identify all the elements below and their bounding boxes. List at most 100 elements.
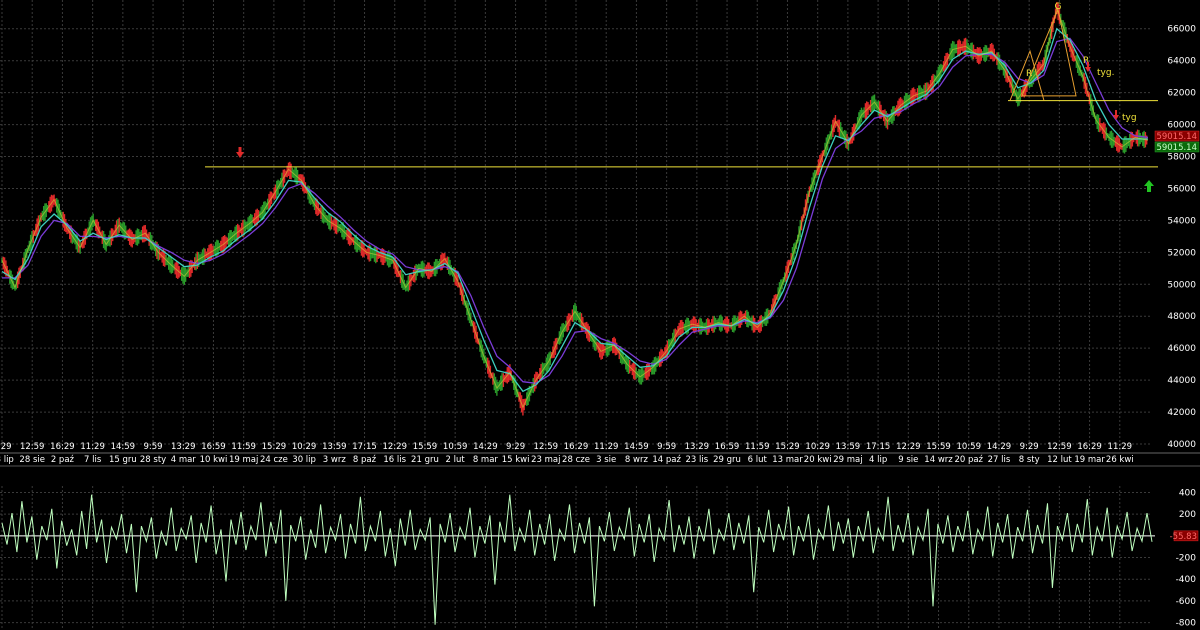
last-price-label-lower: 59015.14 [1156, 143, 1197, 153]
x-tick-time: 14:59 [624, 442, 649, 452]
x-tick-time: 14:59 [111, 442, 136, 452]
x-tick-time: 13:29 [685, 442, 710, 452]
x-tick-date: 28 sty [140, 455, 166, 465]
x-tick-date: 7 lis [84, 455, 102, 465]
y-tick-label: 44000 [1167, 376, 1196, 386]
x-tick-time: 12:59 [534, 442, 559, 452]
x-tick-date: 8 mar [473, 455, 499, 465]
x-tick-date: 12 lut [1047, 455, 1072, 465]
osc-y-tick-label: -800 [1176, 619, 1197, 629]
annotation-label: R [1026, 69, 1032, 79]
y-tick-label: 52000 [1167, 248, 1196, 258]
x-tick-date: 28 cze [562, 455, 590, 465]
y-tick-label: 50000 [1167, 280, 1196, 290]
x-tick-time: 10:29 [292, 442, 317, 452]
x-tick-time: 11:59 [231, 442, 256, 452]
x-tick-time: 16:59 [201, 442, 226, 452]
x-tick-date: 15 gru [109, 455, 137, 465]
x-tick-date: 4 lip [869, 455, 887, 465]
x-tick-time: 15:29 [262, 442, 287, 452]
x-tick-time: 17:15 [866, 442, 891, 452]
x-tick-time: 16:59 [715, 442, 740, 452]
x-tick-date: 29 maj [833, 455, 862, 465]
x-tick-time: 12:29 [896, 442, 921, 452]
x-tick-date: 20 kwi [804, 455, 832, 465]
chart-window: 40000 42000 44000 46000 48000 50000 52000 54000… [0, 0, 1200, 630]
y-tick-label: 66000 [1167, 25, 1196, 35]
x-tick-date: 27 lis [988, 455, 1011, 465]
x-tick-date: 3 wrz [323, 455, 347, 465]
x-tick-time: 17:15 [352, 442, 377, 452]
x-tick-time: 13:29 [171, 442, 196, 452]
x-tick-date: 14 wrz [924, 455, 953, 465]
y-tick-label: 58000 [1167, 153, 1196, 163]
x-tick-date: 14 paź [652, 455, 681, 465]
x-tick-time: 15:59 [926, 442, 951, 452]
x-tick-time: 11:29 [1108, 442, 1133, 452]
x-tick-date: 13 mar [772, 455, 803, 465]
x-tick-time: 9:29 [506, 442, 525, 452]
x-tick-date: 6 lut [748, 455, 768, 465]
x-tick-date: 21 gru [411, 455, 439, 465]
x-tick-time: 16:29 [1077, 442, 1102, 452]
x-tick-date: 23 maj [531, 455, 560, 465]
x-tick-time: 10:59 [443, 442, 468, 452]
y-tick-label: 62000 [1167, 89, 1196, 99]
y-tick-label: 64000 [1167, 57, 1196, 67]
x-tick-date: 30 lip [292, 455, 316, 465]
annotation-label: tyg. [1097, 68, 1114, 78]
x-tick-date: 2 lut [446, 455, 466, 465]
osc-last-value-label: -55.83 [1170, 532, 1197, 542]
x-tick-date: 4 mar [171, 455, 197, 465]
x-tick-time: 15:29 [775, 442, 800, 452]
annotation-label: tyg [1122, 113, 1137, 123]
x-tick-date: 24 cze [260, 455, 288, 465]
x-tick-time: 16:29 [564, 442, 589, 452]
x-tick-time: 11:29 [594, 442, 619, 452]
x-tick-time: 9:59 [657, 442, 676, 452]
y-tick-label: 56000 [1167, 184, 1196, 194]
x-tick-date: 16 lis [383, 455, 406, 465]
x-tick-time: 9:59 [144, 442, 163, 452]
y-tick-label: 46000 [1167, 344, 1196, 354]
x-tick-date: 29 gru [713, 455, 741, 465]
y-tick-label: 40000 [1167, 440, 1196, 450]
x-tick-time: 12:29 [382, 442, 407, 452]
osc-y-tick-label: -400 [1176, 575, 1197, 585]
x-tick-time: 14:29 [987, 442, 1012, 452]
x-tick-time: 12:59 [20, 442, 45, 452]
osc-y-tick-label: 400 [1179, 489, 1196, 499]
x-tick-date: 20 paź [954, 455, 983, 465]
y-tick-label: 54000 [1167, 216, 1196, 226]
x-tick-time: 12:59 [1047, 442, 1072, 452]
annotation-label: G [1055, 2, 1062, 12]
osc-y-tick-label: -600 [1176, 597, 1197, 607]
x-tick-time: 10:59 [956, 442, 981, 452]
x-tick-date: 23 lip [0, 455, 14, 465]
x-tick-time: 11:59 [745, 442, 770, 452]
x-tick-date: 19 maj [229, 455, 258, 465]
price-chart-panel[interactable]: 40000 42000 44000 46000 48000 50000 52000 54000… [0, 0, 1200, 630]
y-tick-label: 48000 [1167, 312, 1196, 322]
x-tick-date: 8 wrz [625, 455, 649, 465]
x-tick-date: 2 paź [51, 455, 75, 465]
osc-y-tick-label: -200 [1176, 554, 1197, 564]
x-tick-time: 9:29 [0, 442, 12, 452]
x-tick-date: 8 paź [353, 455, 377, 465]
x-tick-date: 3 sie [596, 455, 616, 465]
x-tick-date: 15 kwi [502, 455, 530, 465]
x-tick-time: 10:29 [805, 442, 830, 452]
x-tick-date: 26 kwi [1106, 455, 1134, 465]
x-tick-date: 19 mar [1074, 455, 1105, 465]
x-tick-time: 13:59 [836, 442, 861, 452]
x-tick-date: 9 sie [898, 455, 918, 465]
x-tick-time: 13:59 [322, 442, 347, 452]
x-tick-time: 9:29 [1020, 442, 1039, 452]
x-tick-time: 16:29 [50, 442, 75, 452]
x-tick-time: 11:29 [80, 442, 105, 452]
y-tick-label: 60000 [1167, 121, 1196, 131]
x-tick-time: 15:59 [413, 442, 438, 452]
last-price-label-upper: 59015.14 [1156, 132, 1197, 142]
y-tick-label: 42000 [1167, 408, 1196, 418]
x-tick-date: 10 kwi [200, 455, 228, 465]
